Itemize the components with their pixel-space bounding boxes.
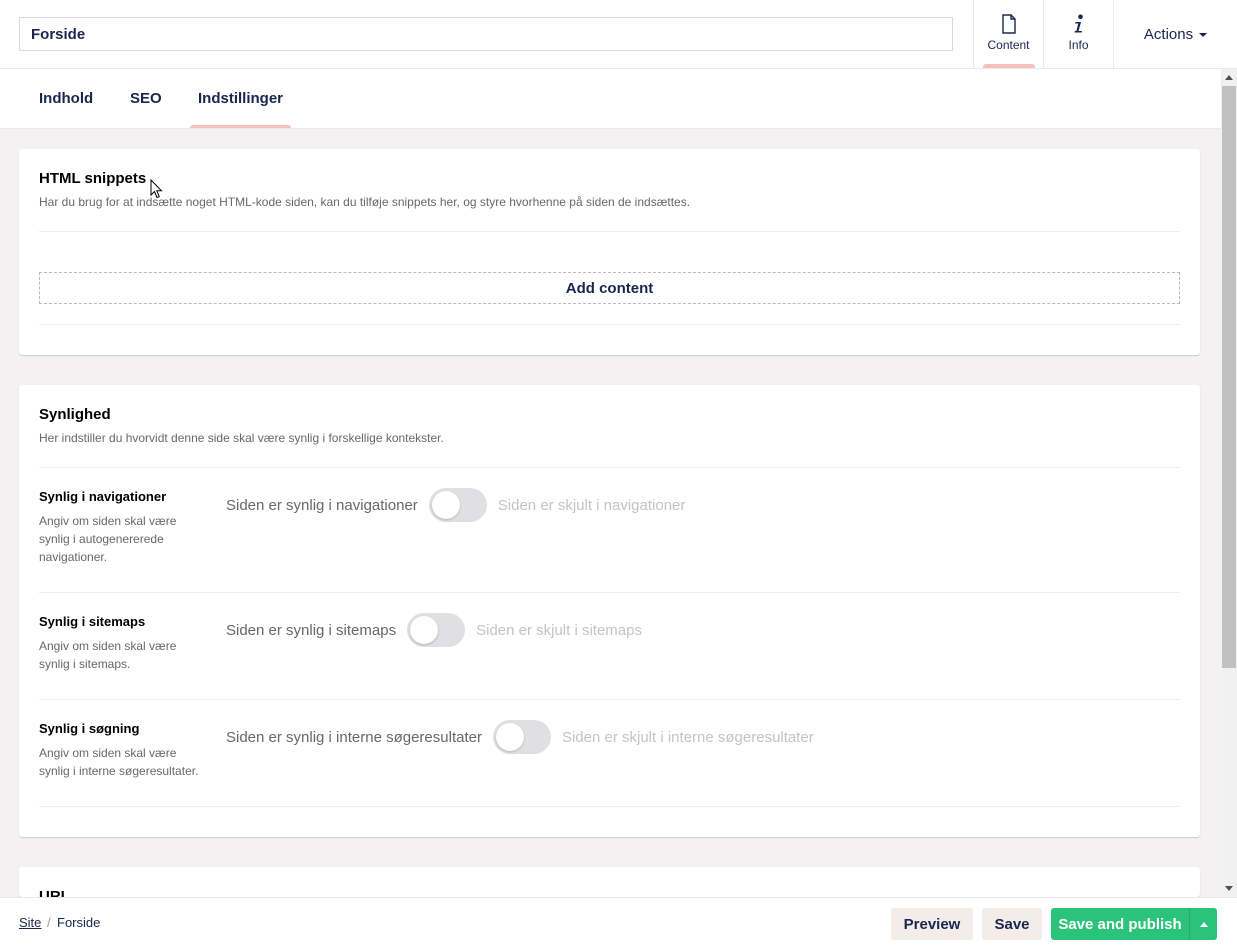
editor-footer: Site / Forside Preview Save Save and pub… xyxy=(0,897,1237,945)
description-line: Angiv om siden skal være xyxy=(39,514,177,528)
property-label-sitemaps: Synlig i sitemaps xyxy=(39,614,146,629)
property-label-search: Synlig i søgning xyxy=(39,721,140,736)
info-app-label: Info xyxy=(1068,38,1089,52)
toggle-off-label: Siden er skjult i interne søgeresultater xyxy=(561,728,814,746)
description-line: synlig i sitemaps. xyxy=(39,657,131,671)
save-and-publish-button[interactable]: Save and publish xyxy=(1051,908,1189,940)
mouse-cursor-icon xyxy=(150,179,163,199)
content-app-label: Content xyxy=(987,38,1030,52)
divider xyxy=(39,699,1180,700)
toggle-row-search: Siden er synlig i interne søgeresultater… xyxy=(226,719,814,755)
save-button[interactable]: Save xyxy=(982,908,1042,940)
visibility-panel: Synlighed Her indstiller du hvorvidt den… xyxy=(19,385,1200,837)
description-line: navigationer. xyxy=(39,550,108,564)
divider xyxy=(39,592,1180,593)
publish-options-button[interactable] xyxy=(1189,908,1217,940)
divider xyxy=(39,806,1180,807)
url-panel: URL xyxy=(19,867,1200,897)
content-tabs: Indhold SEO Indstillinger xyxy=(0,69,1221,129)
actions-dropdown[interactable]: Actions xyxy=(1113,0,1237,68)
toggle-row-navigation: Siden er synlig i navigationer Siden er … xyxy=(226,487,685,523)
toggle-off-label: Siden er skjult i sitemaps xyxy=(476,621,642,639)
panel-description: Har du brug for at indsætte noget HTML-k… xyxy=(39,195,691,209)
tab-indhold[interactable]: Indhold xyxy=(39,69,93,128)
toggle-on-label: Siden er synlig i navigationer xyxy=(226,496,418,514)
actions-label: Actions xyxy=(1143,25,1194,43)
property-label-navigation: Synlig i navigationer xyxy=(39,489,167,504)
panel-description: Her indstiller du hvorvidt denne side sk… xyxy=(39,431,444,445)
scroll-down-icon[interactable] xyxy=(1225,886,1233,891)
panel-title: HTML snippets xyxy=(39,170,147,187)
toggle-switch-search[interactable] xyxy=(492,720,551,754)
info-app-button[interactable]: Info xyxy=(1043,0,1113,68)
panel-title: Synlighed xyxy=(39,406,111,423)
scroll-up-icon[interactable] xyxy=(1225,75,1233,80)
divider xyxy=(39,231,1180,232)
html-snippets-panel: HTML snippets Har du brug for at indsætt… xyxy=(19,149,1200,355)
preview-button[interactable]: Preview xyxy=(891,908,973,940)
description-line: Angiv om siden skal være xyxy=(39,639,177,653)
property-description-search: Angiv om siden skal være synlig i intern… xyxy=(39,744,204,780)
caret-down-icon xyxy=(1199,33,1208,37)
divider xyxy=(39,467,1180,468)
node-name-input[interactable] xyxy=(19,17,953,51)
toggle-knob xyxy=(431,491,460,519)
content-app-button[interactable]: Content xyxy=(973,0,1043,68)
panel-title: URL xyxy=(39,888,70,897)
breadcrumb-current: Forside xyxy=(57,914,101,930)
tab-seo[interactable]: SEO xyxy=(130,69,162,128)
toggle-on-label: Siden er synlig i sitemaps xyxy=(226,621,397,639)
caret-up-icon xyxy=(1199,921,1208,927)
scrollbar-thumb[interactable] xyxy=(1222,86,1236,668)
breadcrumb-separator: / xyxy=(47,914,51,930)
editor-header: Content Info Actions xyxy=(0,0,1237,69)
toggle-row-sitemaps: Siden er synlig i sitemaps Siden er skju… xyxy=(226,612,642,648)
toggle-switch-sitemaps[interactable] xyxy=(407,613,466,647)
description-line: synlig i interne søgeresultater. xyxy=(39,764,199,778)
property-description-navigation: Angiv om siden skal være synlig i autoge… xyxy=(39,512,204,566)
toggle-on-label: Siden er synlig i interne søgeresultater xyxy=(226,728,482,746)
divider xyxy=(39,324,1180,325)
document-icon xyxy=(1001,14,1016,34)
property-description-sitemaps: Angiv om siden skal være synlig i sitema… xyxy=(39,637,204,673)
toggle-knob xyxy=(410,616,439,644)
add-content-button[interactable]: Add content xyxy=(39,272,1180,304)
scrollbar[interactable] xyxy=(1221,69,1237,897)
description-line: synlig i autogenererede xyxy=(39,532,164,546)
breadcrumb-site-link[interactable]: Site xyxy=(19,898,41,945)
toggle-knob xyxy=(495,723,524,751)
toggle-off-label: Siden er skjult i navigationer xyxy=(497,496,686,514)
info-icon xyxy=(1074,14,1083,33)
description-line: Angiv om siden skal være xyxy=(39,746,177,760)
tab-indstillinger[interactable]: Indstillinger xyxy=(189,69,292,128)
toggle-switch-navigation[interactable] xyxy=(428,488,487,522)
